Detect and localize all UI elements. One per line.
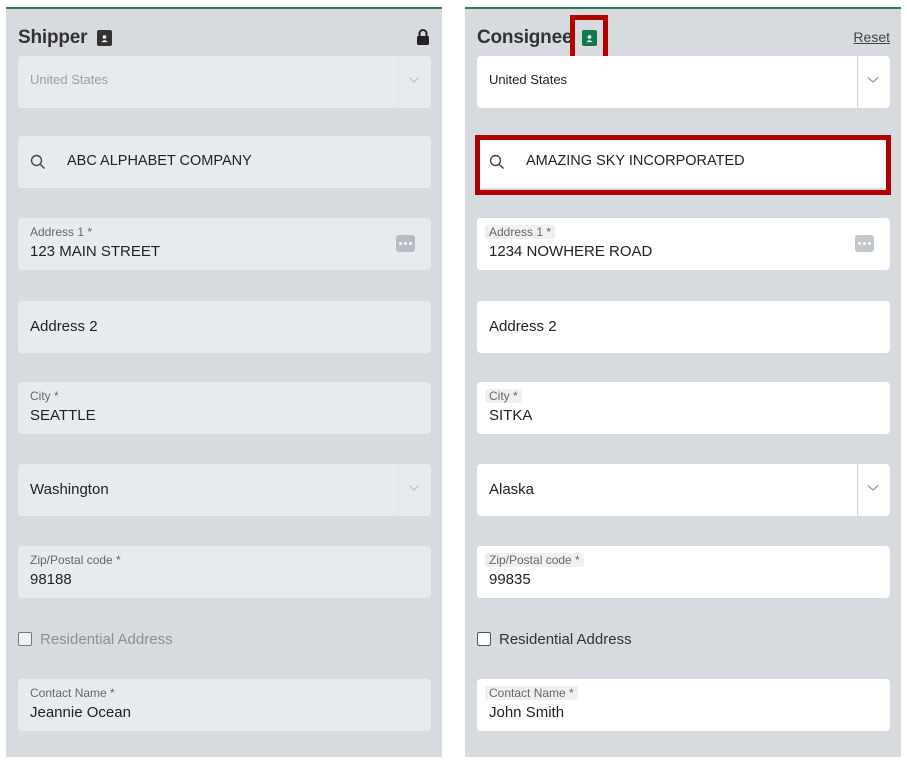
shipper-city-field[interactable]: City * SEATTLE xyxy=(18,382,431,434)
consignee-contact-field[interactable]: Contact Name * John Smith xyxy=(477,679,890,731)
more-dots-icon[interactable] xyxy=(396,235,415,252)
consignee-address1-value: 1234 NOWHERE ROAD xyxy=(489,243,653,260)
consignee-title: Consignee xyxy=(477,27,573,48)
consignee-city-label: City * xyxy=(485,389,522,403)
shipper-contact-label: Contact Name * xyxy=(30,686,115,700)
consignee-country-value: United States xyxy=(489,72,568,87)
consignee-panel: Consignee Reset United States AMAZING SK… xyxy=(465,7,901,757)
shipper-city-value: SEATTLE xyxy=(30,407,96,424)
shipper-state-value: Washington xyxy=(30,481,109,498)
chevron-down-icon xyxy=(867,76,879,84)
shipper-address1-label: Address 1 * xyxy=(30,225,93,239)
shipper-residential-label: Residential Address xyxy=(40,630,173,648)
lock-icon xyxy=(417,29,429,45)
consignee-city-value: SITKA xyxy=(489,407,533,424)
shipper-address2-placeholder: Address 2 xyxy=(30,318,98,335)
consignee-zip-label: Zip/Postal code * xyxy=(485,553,584,567)
highlighted-contact-book xyxy=(570,15,609,61)
shipper-zip-field[interactable]: Zip/Postal code * 98188 xyxy=(18,546,431,598)
shipper-header: Shipper xyxy=(18,25,430,51)
consignee-residential-label: Residential Address xyxy=(499,630,632,648)
consignee-state-select[interactable]: Alaska xyxy=(477,464,890,516)
shipper-contact-value: Jeannie Ocean xyxy=(30,704,131,721)
shipper-contact-field[interactable]: Contact Name * Jeannie Ocean xyxy=(18,679,431,731)
consignee-address2-field[interactable]: Address 2 xyxy=(477,301,890,353)
consignee-residential-row: Residential Address xyxy=(477,629,632,649)
consignee-city-field[interactable]: City * SITKA xyxy=(477,382,890,434)
consignee-country-select[interactable]: United States xyxy=(477,56,890,108)
shipper-country-select[interactable]: United States xyxy=(18,56,431,108)
consignee-search-value: AMAZING SKY INCORPORATED xyxy=(526,153,745,169)
shipper-address1-value: 123 MAIN STREET xyxy=(30,243,161,260)
consignee-zip-value: 99835 xyxy=(489,571,531,588)
shipper-search-input[interactable]: ABC ALPHABET COMPANY xyxy=(18,136,431,188)
consignee-contact-value: John Smith xyxy=(489,704,565,721)
chevron-down-icon xyxy=(408,76,420,84)
shipper-city-label: City * xyxy=(30,389,59,403)
consignee-zip-field[interactable]: Zip/Postal code * 99835 xyxy=(477,546,890,598)
shipper-zip-value: 98188 xyxy=(30,571,72,588)
chevron-down-icon xyxy=(408,484,420,492)
consignee-contact-label: Contact Name * xyxy=(485,686,578,700)
contact-book-icon[interactable] xyxy=(581,30,597,46)
shipper-state-select[interactable]: Washington xyxy=(18,464,431,516)
consignee-header: Consignee Reset xyxy=(477,15,890,61)
search-icon xyxy=(30,154,45,169)
consignee-search-input[interactable]: AMAZING SKY INCORPORATED xyxy=(477,136,890,188)
consignee-residential-checkbox[interactable] xyxy=(477,632,491,646)
shipper-address2-field[interactable]: Address 2 xyxy=(18,301,431,353)
shipper-title: Shipper xyxy=(18,27,88,48)
shipper-panel: Shipper United States ABC ALPHABET COMPA… xyxy=(6,7,442,757)
chevron-down-icon xyxy=(867,484,879,492)
consignee-address2-placeholder: Address 2 xyxy=(489,318,557,335)
shipper-search-value: ABC ALPHABET COMPANY xyxy=(67,153,252,169)
shipper-residential-checkbox[interactable] xyxy=(18,632,32,646)
reset-link[interactable]: Reset xyxy=(853,29,890,45)
contact-book-icon[interactable] xyxy=(97,30,113,46)
consignee-state-value: Alaska xyxy=(489,481,535,498)
more-dots-icon[interactable] xyxy=(855,235,874,252)
shipper-country-value: United States xyxy=(30,72,109,87)
shipper-residential-row: Residential Address xyxy=(18,629,173,649)
search-icon xyxy=(489,154,504,169)
shipper-zip-label: Zip/Postal code * xyxy=(30,553,121,567)
shipper-address1-field[interactable]: Address 1 * 123 MAIN STREET xyxy=(18,218,431,270)
consignee-address1-label: Address 1 * xyxy=(485,225,556,239)
consignee-address1-field[interactable]: Address 1 * 1234 NOWHERE ROAD xyxy=(477,218,890,270)
